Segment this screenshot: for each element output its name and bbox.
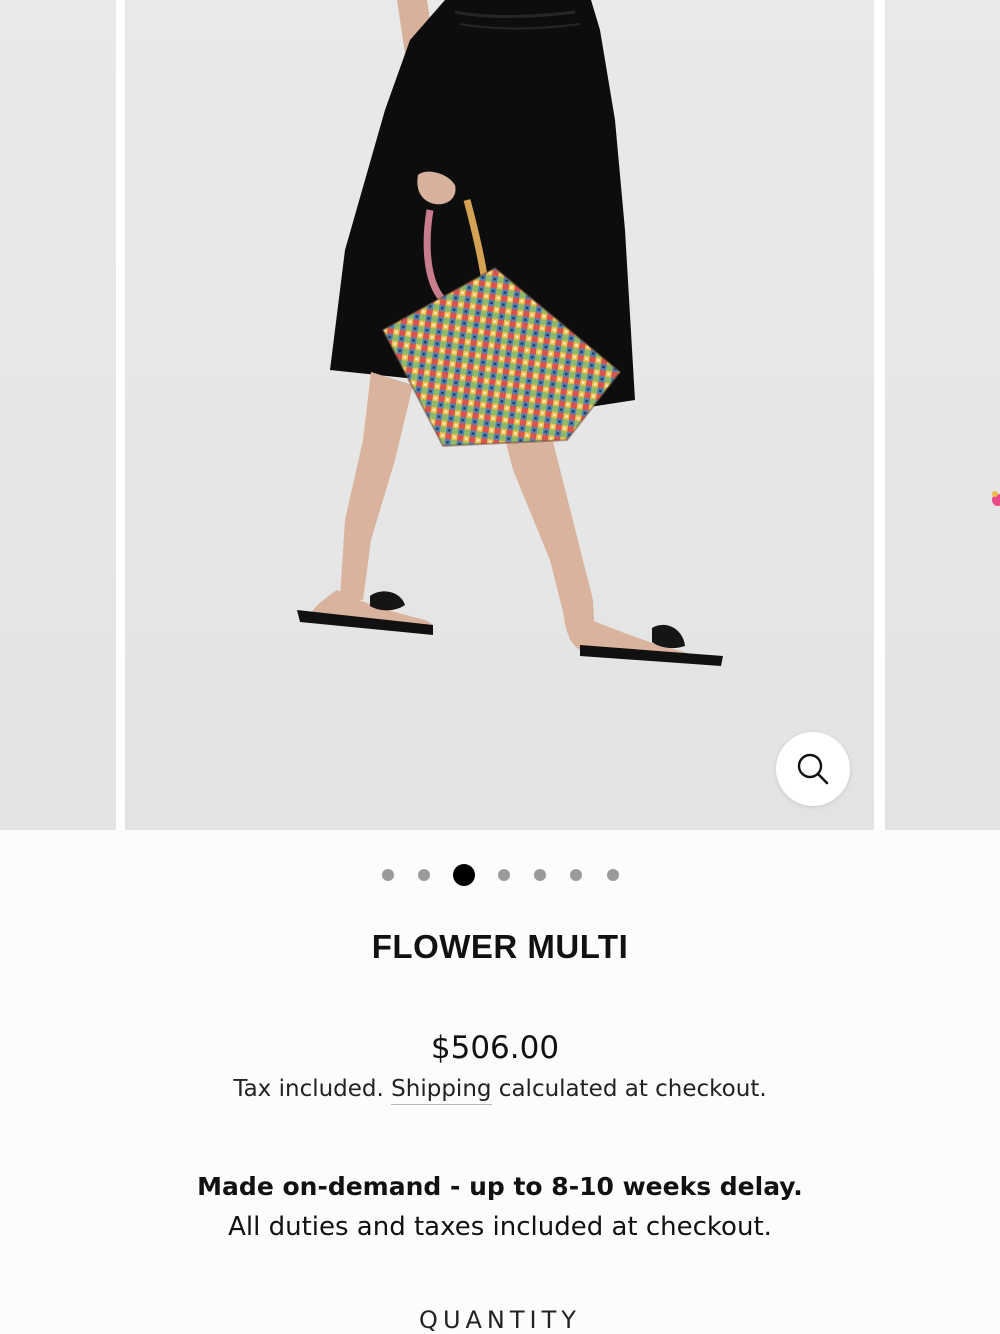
tax-shipping-note: Tax included. Shipping calculated at che… [0,1076,1000,1105]
duties-notice: All duties and taxes included at checkou… [228,1212,772,1242]
search-icon [797,753,829,785]
zoom-button[interactable] [776,732,850,806]
gallery-dot-2[interactable] [418,869,430,881]
gallery-dot-5[interactable] [534,869,546,881]
gallery-slide-previous[interactable] [0,0,116,830]
next-photo-peek [992,491,1000,506]
product-gallery[interactable] [0,0,1000,830]
shipping-link[interactable]: Shipping [391,1076,492,1105]
gallery-slide-current[interactable] [125,0,874,830]
gallery-dot-3[interactable] [453,864,475,886]
gallery-slide-next[interactable] [885,0,1000,830]
gallery-dot-6[interactable] [570,869,582,881]
delay-notice: Made on-demand - up to 8-10 weeks delay. [197,1172,803,1201]
quantity-label: QUANTITY [419,1306,581,1334]
product-title: FLOWER MULTI [371,928,629,965]
tax-prefix-text: Tax included. [233,1076,392,1102]
gallery-dot-7[interactable] [607,869,619,881]
gallery-dot-1[interactable] [382,869,394,881]
gallery-pagination [0,864,1000,886]
tax-suffix-text: calculated at checkout. [491,1076,767,1102]
gallery-dot-4[interactable] [498,869,510,881]
product-photo [297,0,723,666]
product-price: $506.00 [430,1030,560,1066]
